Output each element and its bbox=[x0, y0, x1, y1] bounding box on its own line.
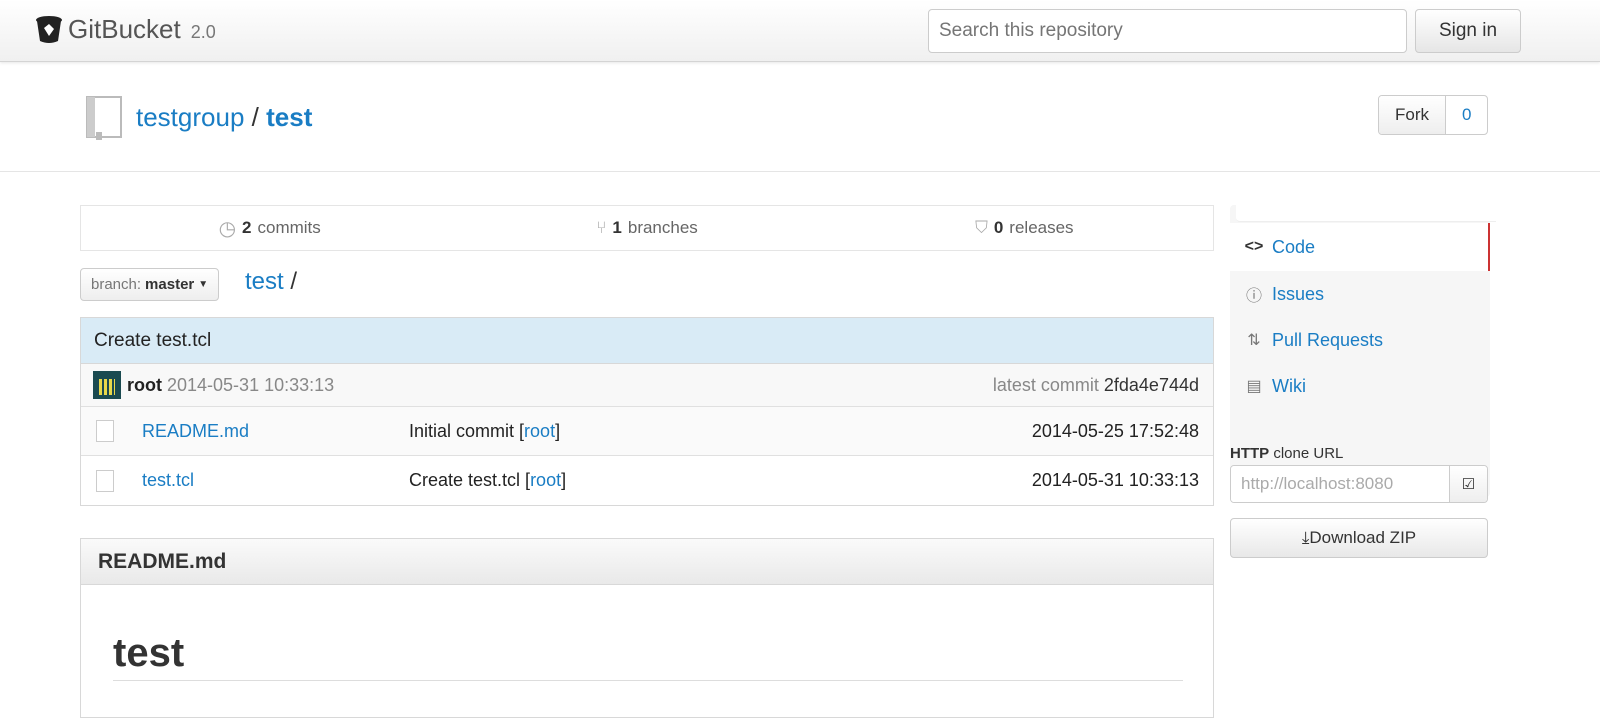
top-navbar: GitBucket 2.0 Sign in bbox=[0, 0, 1600, 62]
caret-down-icon: ▼ bbox=[198, 279, 209, 290]
commit-hash[interactable]: 2fda4e744d bbox=[1104, 375, 1199, 395]
file-row: test.tcl Create test.tcl [root] 2014-05-… bbox=[81, 456, 1213, 505]
repo-book-icon bbox=[86, 96, 122, 140]
bucket-logo-icon bbox=[36, 15, 62, 43]
sidebar-item-issues[interactable]: ⓘ Issues bbox=[1230, 277, 1490, 311]
fork-button-group: Fork 0 bbox=[1378, 95, 1489, 135]
releases-stat[interactable]: ⛉ 0 releases bbox=[836, 206, 1213, 250]
commit-author[interactable]: root bbox=[127, 375, 162, 396]
branches-stat[interactable]: ⑂ 1 branches bbox=[458, 206, 835, 250]
app-name: GitBucket bbox=[68, 14, 181, 44]
branch-icon: ⑂ bbox=[596, 218, 607, 237]
copy-clipboard-icon[interactable]: ☑ bbox=[1449, 466, 1487, 502]
file-row: README.md Initial commit [root] 2014-05-… bbox=[81, 407, 1213, 456]
latest-commit-message: Create test.tcl bbox=[81, 318, 1213, 364]
branch-selector[interactable]: branch: master ▼ bbox=[80, 268, 220, 301]
file-icon bbox=[96, 469, 114, 492]
file-link[interactable]: test.tcl bbox=[142, 470, 194, 491]
readme-title: README.md bbox=[81, 539, 1213, 585]
file-icon bbox=[96, 420, 114, 442]
avatar bbox=[93, 371, 121, 399]
logo[interactable]: GitBucket 2.0 bbox=[34, 14, 216, 45]
repo-owner-link[interactable]: testgroup bbox=[136, 102, 244, 132]
author-link[interactable]: root bbox=[524, 421, 555, 441]
tag-icon: ⛉ bbox=[975, 218, 988, 237]
repo-name-link[interactable]: test bbox=[266, 102, 312, 132]
repo-separator: / bbox=[251, 102, 259, 132]
app-version: 2.0 bbox=[190, 22, 216, 42]
repo-title: testgroup / test bbox=[136, 102, 312, 133]
sidebar-item-pull-requests[interactable]: ⇅ Pull Requests bbox=[1230, 323, 1490, 357]
sidebar-item-code[interactable]: <> Code bbox=[1230, 223, 1490, 271]
fork-button[interactable]: Fork bbox=[1379, 96, 1446, 134]
clone-url-input[interactable] bbox=[1231, 466, 1449, 502]
clone-url-label: HTTP clone URL bbox=[1230, 445, 1344, 462]
sign-in-button[interactable]: Sign in bbox=[1415, 9, 1521, 53]
clone-url-group: ☑ bbox=[1230, 465, 1488, 503]
fork-count[interactable]: 0 bbox=[1446, 96, 1487, 134]
repo-header: testgroup / test Fork 0 bbox=[0, 62, 1600, 172]
issues-icon: ⓘ bbox=[1245, 288, 1262, 305]
commits-stat[interactable]: ◷ 2 commits bbox=[81, 206, 458, 250]
file-list: Create test.tcl root 2014-05-31 10:33:13… bbox=[80, 317, 1214, 506]
readme-panel: README.md test bbox=[80, 538, 1214, 718]
repo-stats-bar: ◷ 2 commits ⑂ 1 branches ⛉ 0 releases bbox=[80, 205, 1214, 251]
breadcrumb: test / bbox=[245, 268, 298, 295]
author-link[interactable]: root bbox=[530, 470, 561, 490]
pull-request-icon: ⇅ bbox=[1247, 332, 1261, 349]
history-icon: ◷ bbox=[218, 217, 237, 240]
search-input[interactable] bbox=[928, 9, 1407, 53]
commit-date: 2014-05-31 10:33:13 bbox=[167, 374, 335, 395]
file-link[interactable]: README.md bbox=[142, 421, 249, 442]
code-icon: <> bbox=[1244, 238, 1264, 255]
download-zip-button[interactable]: ⤓Download ZIP bbox=[1230, 518, 1488, 558]
sidebar-item-wiki[interactable]: ▤ Wiki bbox=[1230, 369, 1490, 403]
breadcrumb-repo-link[interactable]: test bbox=[245, 268, 284, 295]
readme-heading: test bbox=[113, 631, 1183, 681]
latest-commit-info: root 2014-05-31 10:33:13 latest commit 2… bbox=[81, 364, 1213, 407]
wiki-icon: ▤ bbox=[1246, 378, 1262, 395]
